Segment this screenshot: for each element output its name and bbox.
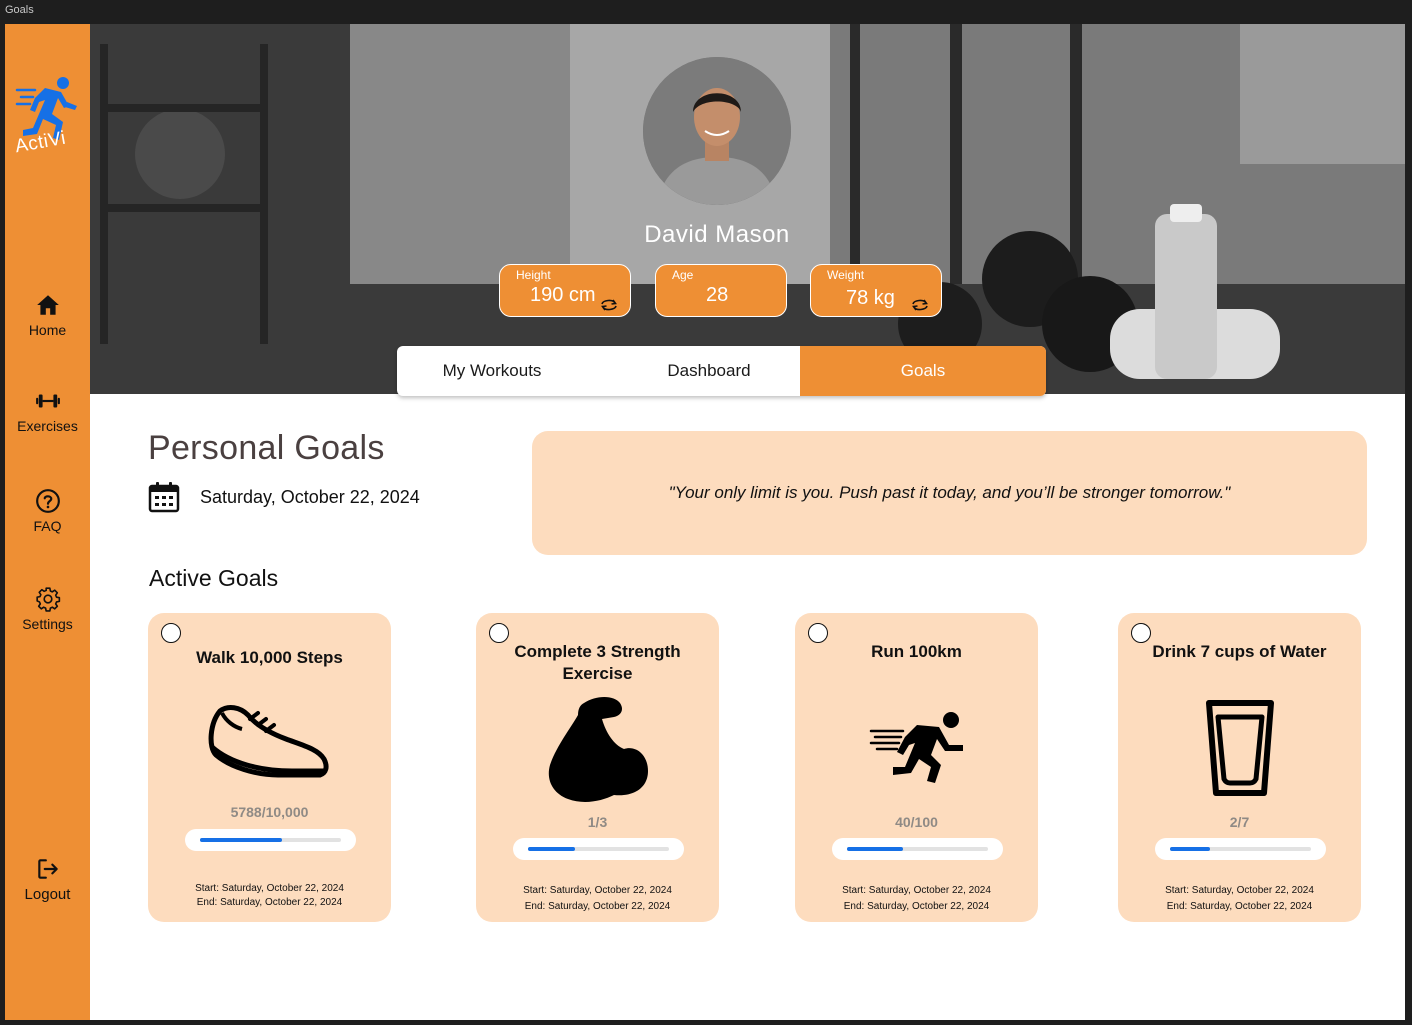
goal-progress-text: 2/7	[1229, 814, 1250, 830]
weight-value: 78 kg	[846, 287, 895, 309]
goal-card[interactable]: Drink 7 cups of Water 2/7 Start: Saturda…	[1118, 613, 1361, 922]
tab-dashboard[interactable]: Dashboard	[605, 346, 813, 396]
goal-title: Walk 10,000 Steps	[196, 648, 343, 667]
goal-select-radio[interactable]	[489, 623, 509, 643]
goal-progress-text: 5788/10,000	[230, 804, 309, 820]
gear-icon	[35, 587, 60, 612]
logout-icon	[37, 859, 58, 879]
nav-home[interactable]: Home	[5, 292, 90, 338]
goal-progress-bar	[513, 838, 684, 860]
motivational-quote-box: "Your only limit is you. Push past it to…	[532, 431, 1367, 555]
goal-end-date: End: Saturday, October 22, 2024	[196, 897, 343, 908]
goal-progress-bar	[185, 829, 356, 851]
height-stat[interactable]: Height 190 cm	[499, 264, 631, 317]
nav-logout[interactable]: Logout	[5, 856, 90, 903]
water-glass-icon	[1206, 700, 1274, 796]
goal-start-date: Start: Saturday, October 22, 2024	[1165, 885, 1314, 896]
age-value: 28	[706, 284, 729, 306]
page-title: Personal Goals	[148, 429, 385, 467]
current-date: Saturday, October 22, 2024	[200, 487, 420, 507]
goal-progress-fill	[528, 847, 575, 851]
goal-end-date: End: Saturday, October 22, 2024	[1166, 901, 1313, 912]
flexed-bicep-icon	[548, 697, 648, 802]
goal-end-date: End: Saturday, October 22, 2024	[843, 901, 990, 912]
window-title: Goals	[0, 0, 1412, 24]
goal-card[interactable]: Run 100km 40/100 Start: Saturday, Octobe…	[795, 613, 1038, 922]
weight-label: Weight	[827, 268, 865, 282]
app-frame: ActiVi Home Exercises FAQ Settings Logou…	[5, 24, 1405, 1020]
goal-progress-bar	[832, 838, 1003, 860]
goal-progress-fill	[1170, 847, 1211, 851]
age-stat: Age 28	[655, 264, 787, 317]
nav-logout-label: Logout	[24, 886, 71, 903]
sidebar: ActiVi Home Exercises FAQ Settings Logou…	[5, 24, 90, 1020]
dumbbell-icon	[35, 394, 60, 408]
nav-exercises[interactable]: Exercises	[5, 388, 90, 434]
motivational-quote: "Your only limit is you. Push past it to…	[668, 483, 1231, 502]
height-value: 190 cm	[530, 284, 596, 306]
avatar	[643, 57, 791, 205]
goal-card[interactable]: Complete 3 Strength Exercise 1/3 Start: …	[476, 613, 719, 922]
height-label: Height	[516, 268, 551, 282]
tab-goals[interactable]: Goals	[800, 346, 1046, 396]
user-name: David Mason	[644, 221, 790, 248]
sync-icon[interactable]	[600, 298, 618, 312]
weight-stat[interactable]: Weight 78 kg	[810, 264, 942, 317]
user-photo	[643, 57, 791, 205]
goal-title: Complete 3 Strength Exercise	[514, 642, 681, 683]
goal-start-date: Start: Saturday, October 22, 2024	[195, 883, 344, 894]
goal-progress-fill	[847, 847, 904, 851]
goal-title: Run 100km	[871, 642, 962, 661]
nav-faq[interactable]: FAQ	[5, 488, 90, 534]
age-label: Age	[672, 268, 694, 282]
calendar-icon[interactable]	[148, 481, 180, 513]
goal-title: Drink 7 cups of Water	[1152, 642, 1327, 661]
question-circle-icon	[35, 489, 60, 513]
section-title-active-goals: Active Goals	[149, 565, 279, 591]
goal-select-radio[interactable]	[808, 623, 828, 643]
tab-my-workouts[interactable]: My Workouts	[397, 346, 587, 396]
goal-start-date: Start: Saturday, October 22, 2024	[842, 885, 991, 896]
goal-start-date: Start: Saturday, October 22, 2024	[523, 885, 672, 896]
goal-progress-text: 40/100	[895, 814, 938, 830]
goal-progress-bar	[1155, 838, 1326, 860]
nav-settings[interactable]: Settings	[5, 586, 90, 632]
home-icon	[36, 295, 59, 315]
nav-exercises-label: Exercises	[17, 418, 78, 434]
profile-banner: David Mason Height 190 cm Age 28 Weight …	[90, 24, 1405, 394]
goal-select-radio[interactable]	[161, 623, 181, 643]
shoe-icon	[208, 705, 329, 778]
goal-select-radio[interactable]	[1131, 623, 1151, 643]
goal-progress-text: 1/3	[587, 814, 608, 830]
tab-bar: My Workouts Dashboard Goals	[397, 346, 1046, 396]
goal-card[interactable]: Walk 10,000 Steps 5788/10,000 Start: Sat…	[148, 613, 391, 922]
goal-progress-fill	[200, 838, 282, 842]
running-person-icon	[869, 712, 963, 783]
goal-end-date: End: Saturday, October 22, 2024	[524, 901, 671, 912]
nav-settings-label: Settings	[22, 616, 73, 632]
nav-faq-label: FAQ	[33, 518, 62, 534]
sync-icon[interactable]	[911, 298, 929, 312]
nav-home-label: Home	[28, 322, 67, 338]
